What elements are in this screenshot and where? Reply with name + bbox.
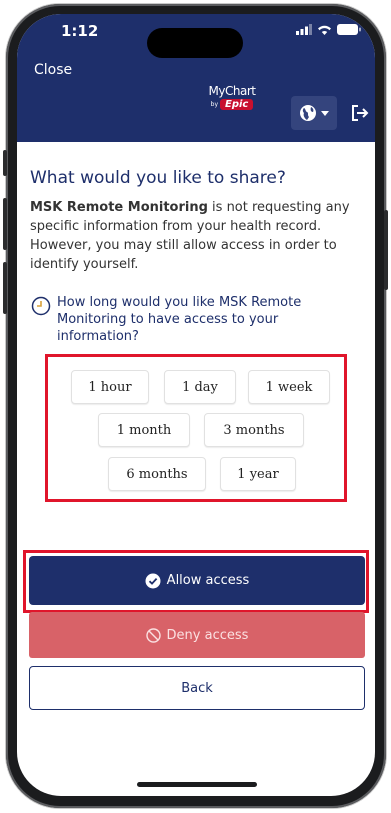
back-button[interactable]: Back bbox=[29, 666, 365, 710]
requester-name: MSK Remote Monitoring bbox=[30, 200, 208, 215]
allow-access-button[interactable]: Allow access bbox=[29, 556, 365, 605]
prohibited-icon bbox=[145, 627, 161, 643]
duration-1-year[interactable]: 1 year bbox=[220, 457, 296, 491]
close-link[interactable]: Close bbox=[34, 62, 72, 78]
allow-access-label: Allow access bbox=[166, 573, 250, 588]
back-label: Back bbox=[181, 680, 213, 696]
deny-access-label: Deny access bbox=[166, 627, 249, 643]
logo-mychart-text: MyChart bbox=[208, 84, 256, 98]
status-time: 1:12 bbox=[61, 22, 99, 40]
wifi-icon bbox=[318, 25, 331, 35]
exit-icon bbox=[352, 105, 369, 121]
volume-down-button bbox=[3, 262, 7, 314]
deny-access-button[interactable]: Deny access bbox=[29, 612, 365, 658]
mychart-logo: MyChart by Epic bbox=[203, 84, 261, 128]
duration-options-highlight: 1 hour 1 day 1 week 1 month 3 months 6 m… bbox=[45, 354, 347, 502]
duration-1-month[interactable]: 1 month bbox=[98, 413, 190, 447]
volume-up-button bbox=[3, 198, 7, 250]
mute-switch bbox=[3, 150, 7, 176]
check-circle-icon bbox=[145, 573, 161, 588]
screen: 1:12 Close MyChart by Epic What would yo… bbox=[17, 14, 375, 796]
duration-1-week[interactable]: 1 week bbox=[248, 370, 330, 404]
logo-epic-text: Epic bbox=[220, 99, 254, 110]
globe-icon bbox=[300, 105, 316, 121]
duration-1-day[interactable]: 1 day bbox=[164, 370, 236, 404]
logo-by-text: by bbox=[210, 101, 218, 108]
duration-3-months[interactable]: 3 months bbox=[204, 413, 304, 447]
app-header: 1:12 Close MyChart by Epic bbox=[17, 14, 375, 142]
language-button[interactable] bbox=[291, 96, 337, 130]
duration-1-hour[interactable]: 1 hour bbox=[71, 370, 149, 404]
battery-icon bbox=[337, 24, 361, 35]
home-indicator[interactable] bbox=[137, 782, 257, 787]
logout-button[interactable] bbox=[345, 96, 375, 130]
signal-icon bbox=[296, 24, 312, 35]
power-button bbox=[384, 210, 388, 290]
duration-question: How long would you like MSK Remote Monit… bbox=[31, 294, 327, 345]
chevron-down-icon bbox=[321, 110, 329, 116]
duration-6-months[interactable]: 6 months bbox=[108, 457, 206, 491]
question-text: How long would you like MSK Remote Monit… bbox=[57, 295, 302, 344]
page-title: What would you like to share? bbox=[30, 168, 286, 188]
status-icons bbox=[296, 24, 361, 35]
clock-icon bbox=[31, 296, 51, 316]
dynamic-island bbox=[147, 28, 243, 58]
share-description: MSK Remote Monitoring is not requesting … bbox=[30, 198, 370, 274]
